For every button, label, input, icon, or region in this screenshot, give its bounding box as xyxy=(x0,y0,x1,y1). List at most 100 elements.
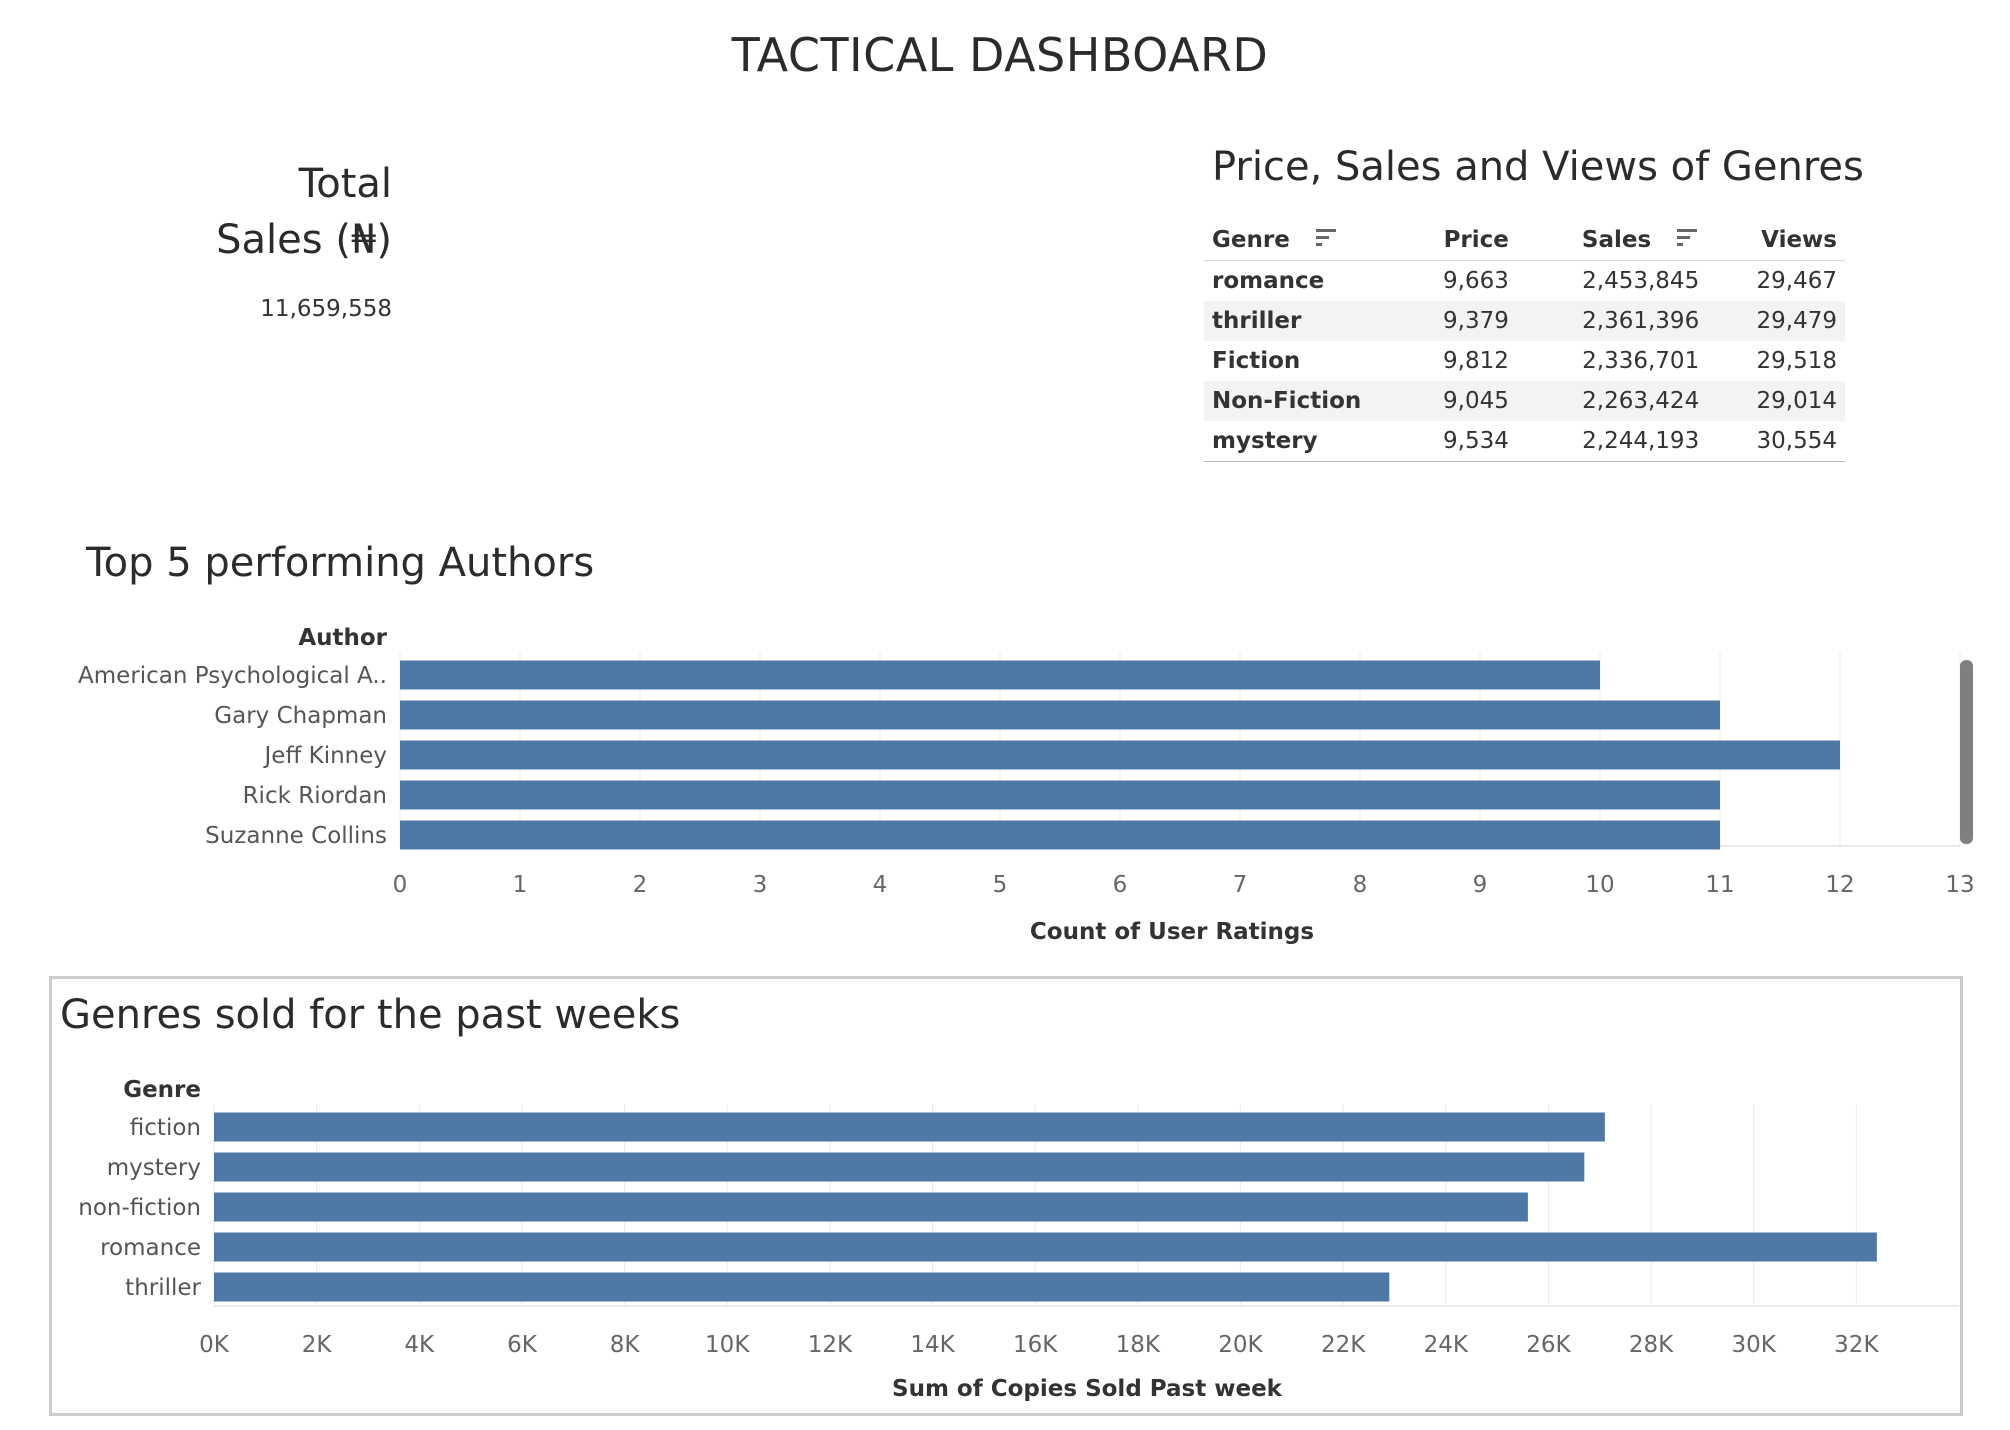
price-cell: 9,534 xyxy=(1400,421,1517,462)
views-cell: 29,014 xyxy=(1707,381,1845,421)
x-axis-title: Sum of Copies Sold Past week xyxy=(892,1376,1283,1402)
genres-bar-chart: Genre fiction mystery non-fiction romance thr… xyxy=(78,1077,1959,1402)
tick-label: 10 xyxy=(1585,872,1614,898)
sales-cell: 2,336,701 xyxy=(1582,348,1700,374)
authors-chart-title: Top 5 performing Authors xyxy=(86,540,595,586)
tick-label: 4K xyxy=(404,1332,435,1358)
table-row: romance 9,663 2,453,845 29,467 xyxy=(1204,261,1845,302)
category-label: Rick Riordan xyxy=(243,783,387,809)
genre-table: Genre Price Sales Views romance 9,663 2,… xyxy=(1204,220,1845,462)
category-label: non-fiction xyxy=(78,1195,201,1221)
bar xyxy=(214,1192,1528,1222)
genre-cell: Non-Fiction xyxy=(1204,381,1400,421)
genre-cell: mystery xyxy=(1204,421,1400,462)
category-label: romance xyxy=(100,1235,201,1261)
genre-column-header[interactable]: Genre xyxy=(1204,220,1400,261)
category-label: mystery xyxy=(107,1155,201,1181)
tick-label: 8K xyxy=(610,1332,641,1358)
tick-label: 8 xyxy=(1353,872,1368,898)
views-cell: 29,479 xyxy=(1707,301,1845,341)
sales-column-header[interactable]: Sales xyxy=(1516,220,1708,261)
price-column-header[interactable]: Price xyxy=(1400,220,1517,261)
kpi-title: Total Sales (₦) xyxy=(190,156,392,268)
tick-label: 20K xyxy=(1218,1332,1263,1358)
tick-label: 26K xyxy=(1526,1332,1571,1358)
category-label: fiction xyxy=(130,1115,201,1141)
tick-label: 14K xyxy=(910,1332,955,1358)
dashboard-title: TACTICAL DASHBOARD xyxy=(731,28,1269,82)
table-header-row: Genre Price Sales Views xyxy=(1204,220,1845,261)
bar xyxy=(400,780,1720,810)
price-cell: 9,663 xyxy=(1443,268,1509,294)
views-column-header[interactable]: Views xyxy=(1707,220,1845,261)
genre-cell: romance xyxy=(1212,268,1325,294)
sales-cell: 2,453,845 xyxy=(1582,268,1700,294)
tick-label: 1 xyxy=(513,872,528,898)
tick-label: 3 xyxy=(753,872,768,898)
tick-label: 0 xyxy=(393,872,408,898)
tick-label: 11 xyxy=(1705,872,1734,898)
table-row: Non-Fiction 9,045 2,263,424 29,014 xyxy=(1204,381,1845,421)
category-label: American Psychological A.. xyxy=(78,663,387,689)
genre-cell: thriller xyxy=(1204,301,1400,341)
sales-cell: 2,263,424 xyxy=(1516,381,1708,421)
genre-table-title: Price, Sales and Views of Genres xyxy=(1212,144,1864,190)
tick-label: 6 xyxy=(1113,872,1128,898)
category-axis-title: Genre xyxy=(123,1077,201,1103)
price-cell: 9,812 xyxy=(1443,348,1509,374)
table-row: mystery 9,534 2,244,193 30,554 xyxy=(1204,421,1845,462)
tick-label: 0K xyxy=(199,1332,230,1358)
tick-label: 30K xyxy=(1732,1332,1777,1358)
sales-cell: 2,244,193 xyxy=(1516,421,1708,462)
bar xyxy=(214,1112,1605,1142)
tick-label: 6K xyxy=(507,1332,538,1358)
sort-icon[interactable] xyxy=(1315,227,1338,253)
tick-label: 32K xyxy=(1834,1332,1879,1358)
bar xyxy=(214,1232,1877,1262)
sales-header-label: Sales xyxy=(1581,226,1652,253)
bar xyxy=(400,700,1720,730)
genres-chart-title: Genres sold for the past weeks xyxy=(60,992,681,1038)
tick-label: 12K xyxy=(808,1332,853,1358)
tick-label: 9 xyxy=(1473,872,1488,898)
price-cell: 9,379 xyxy=(1400,301,1517,341)
category-axis-title: Author xyxy=(298,625,387,651)
bar xyxy=(400,820,1720,850)
tick-label: 5 xyxy=(993,872,1008,898)
sort-icon[interactable] xyxy=(1677,227,1699,253)
bar xyxy=(214,1272,1390,1302)
views-cell: 29,518 xyxy=(1756,348,1837,374)
views-cell: 29,467 xyxy=(1756,268,1837,294)
tick-label: 13 xyxy=(1945,872,1974,898)
tick-label: 16K xyxy=(1013,1332,1058,1358)
category-label: Jeff Kinney xyxy=(263,743,387,769)
tick-label: 4 xyxy=(873,872,888,898)
tick-label: 2K xyxy=(302,1332,333,1358)
category-label: Suzanne Collins xyxy=(205,823,387,849)
tick-label: 22K xyxy=(1321,1332,1366,1358)
table-row: Fiction 9,812 2,336,701 29,518 xyxy=(1204,341,1845,381)
kpi-total-sales-value: 11,659,558 xyxy=(260,296,392,322)
table-row: thriller 9,379 2,361,396 29,479 xyxy=(1204,301,1845,341)
x-axis-title: Count of User Ratings xyxy=(1030,919,1314,945)
tick-label: 7 xyxy=(1233,872,1248,898)
tick-label: 18K xyxy=(1116,1332,1161,1358)
genre-header-label: Genre xyxy=(1212,226,1290,253)
category-label: thriller xyxy=(125,1275,201,1301)
scrollbar-thumb[interactable] xyxy=(1960,660,1973,844)
tick-label: 28K xyxy=(1629,1332,1674,1358)
bar xyxy=(400,660,1600,690)
views-cell: 30,554 xyxy=(1707,421,1845,462)
tick-label: 2 xyxy=(633,872,648,898)
tick-label: 10K xyxy=(705,1332,750,1358)
genre-cell: Fiction xyxy=(1212,348,1301,374)
sales-cell: 2,361,396 xyxy=(1516,301,1708,341)
tick-label: 12 xyxy=(1825,872,1854,898)
price-cell: 9,045 xyxy=(1400,381,1517,421)
bar xyxy=(400,740,1840,770)
category-label: Gary Chapman xyxy=(214,703,387,729)
tick-label: 24K xyxy=(1424,1332,1469,1358)
kpi-title-line2: Sales (₦) xyxy=(216,217,392,263)
kpi-title-line1: Total xyxy=(298,161,392,207)
bar xyxy=(214,1152,1585,1182)
